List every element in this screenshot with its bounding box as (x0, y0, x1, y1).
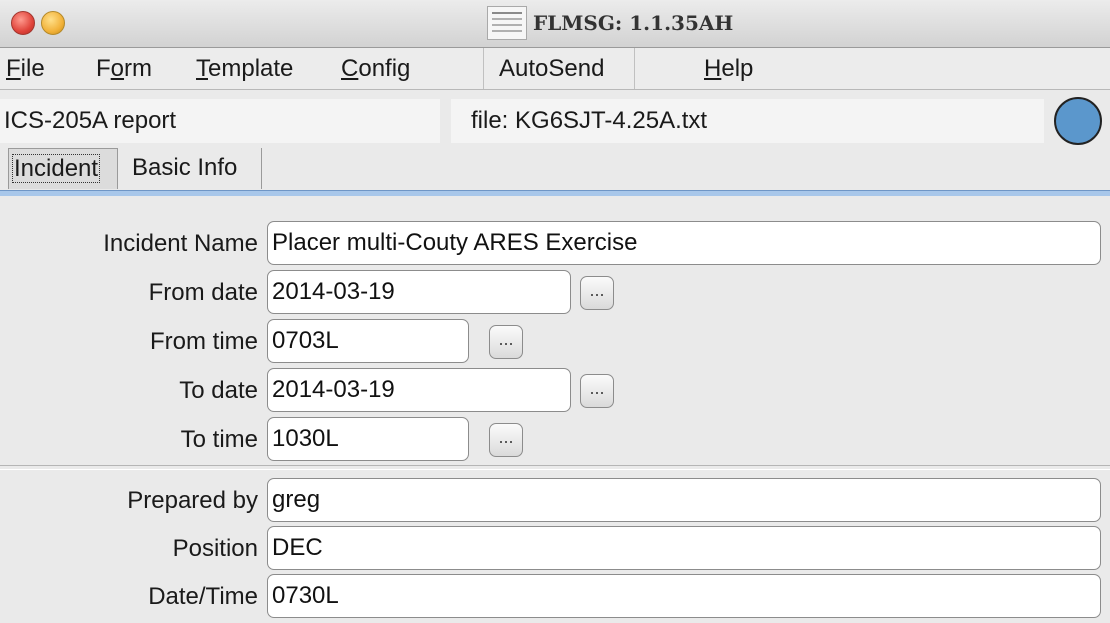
window-title: FLMSG: 1.1.35AH (533, 11, 734, 35)
prepared-by-label: Prepared by (127, 487, 258, 514)
date-time-row: Date/Time 0730L (0, 574, 1110, 620)
to-time-field[interactable]: 1030L (267, 417, 469, 461)
from-date-label: From date (148, 279, 258, 306)
from-date-field[interactable]: 2014-03-19 (267, 270, 571, 314)
position-label: Position (172, 535, 258, 562)
prepared-by-field[interactable]: greg (267, 478, 1101, 522)
menu-help[interactable]: Help (704, 55, 753, 83)
report-type-label: ICS-205A report (0, 99, 440, 143)
to-time-label: To time (180, 426, 258, 453)
date-time-field[interactable]: 0730L (267, 574, 1101, 618)
tab-incident[interactable]: Incident (8, 148, 118, 189)
minimize-window-button[interactable] (41, 11, 65, 35)
incident-name-row: Incident Name Placer multi-Couty ARES Ex… (0, 221, 1110, 267)
tab-basic-info[interactable]: Basic Info (122, 148, 262, 189)
close-window-button[interactable] (11, 11, 35, 35)
app-document-icon (487, 6, 527, 40)
file-name-label: file: KG6SJT-4.25A.txt (451, 99, 1044, 143)
to-date-picker-button[interactable]: ... (580, 374, 614, 408)
tab-basic-info-label: Basic Info (132, 154, 238, 181)
status-indicator-icon (1054, 97, 1102, 145)
to-time-picker-button[interactable]: ... (489, 423, 523, 457)
to-date-label: To date (179, 377, 258, 404)
menu-template[interactable]: Template (196, 55, 293, 83)
title-bar: FLMSG: 1.1.35AH (0, 0, 1110, 48)
menu-form[interactable]: Form (96, 55, 152, 83)
window-title-group: FLMSG: 1.1.35AH (487, 6, 733, 40)
from-time-label: From time (150, 328, 258, 355)
from-time-row: From time 0703L ... (0, 319, 1110, 365)
incident-name-label: Incident Name (103, 230, 258, 257)
from-date-row: From date 2014-03-19 ... (0, 270, 1110, 316)
menu-config[interactable]: Config (341, 55, 410, 83)
tab-bar: Incident Basic Info (0, 148, 1110, 190)
incident-name-field[interactable]: Placer multi-Couty ARES Exercise (267, 221, 1101, 265)
tab-divider (0, 190, 1110, 196)
menu-autosend[interactable]: AutoSend (499, 55, 604, 83)
position-row: Position DEC (0, 526, 1110, 572)
to-date-field[interactable]: 2014-03-19 (267, 368, 571, 412)
prepared-by-row: Prepared by greg (0, 478, 1110, 524)
menu-file[interactable]: File (6, 55, 45, 83)
section-separator (0, 465, 1110, 470)
to-date-row: To date 2014-03-19 ... (0, 368, 1110, 414)
info-row: ICS-205A report file: KG6SJT-4.25A.txt (0, 96, 1110, 146)
incident-form: Incident Name Placer multi-Couty ARES Ex… (0, 200, 1110, 623)
from-time-field[interactable]: 0703L (267, 319, 469, 363)
position-field[interactable]: DEC (267, 526, 1101, 570)
date-time-label: Date/Time (148, 583, 258, 610)
from-date-picker-button[interactable]: ... (580, 276, 614, 310)
from-time-picker-button[interactable]: ... (489, 325, 523, 359)
to-time-row: To time 1030L ... (0, 417, 1110, 463)
tab-incident-label: Incident (12, 154, 101, 183)
